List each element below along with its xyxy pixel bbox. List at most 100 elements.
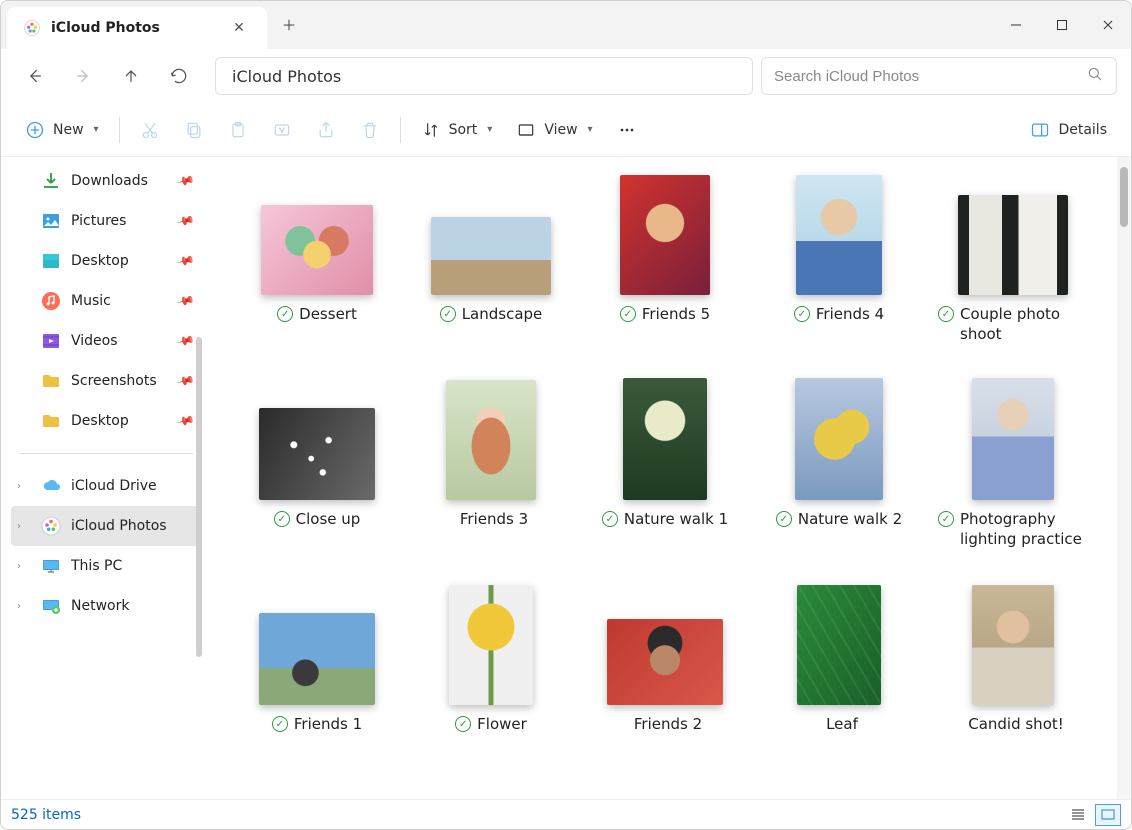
pictures-icon <box>41 211 61 231</box>
music-icon <box>41 291 61 311</box>
thumbnail <box>779 175 899 295</box>
details-view-toggle[interactable] <box>1065 804 1091 826</box>
thumbnail <box>605 175 725 295</box>
file-item[interactable]: Friends 3 <box>411 380 571 549</box>
command-bar: New ▾ Sort ▾ View ▾ Details <box>1 103 1131 157</box>
rename-button[interactable] <box>262 112 302 148</box>
file-item[interactable]: Nature walk 1 <box>585 380 745 549</box>
sidebar-item-downloads[interactable]: Downloads 📌 <box>11 161 201 201</box>
sidebar-item-label: Downloads <box>71 173 148 189</box>
sync-check-icon <box>272 716 288 732</box>
chevron-down-icon: ▾ <box>487 124 492 135</box>
share-button[interactable] <box>306 112 346 148</box>
file-item[interactable]: Photography lighting practice <box>933 380 1093 549</box>
file-item[interactable]: Dessert <box>237 175 397 344</box>
cut-button[interactable] <box>130 112 170 148</box>
sidebar-item-pictures[interactable]: Pictures 📌 <box>11 201 201 241</box>
file-item[interactable]: Couple photo shoot <box>933 175 1093 344</box>
view-button[interactable]: View ▾ <box>506 112 602 148</box>
forward-button[interactable] <box>63 56 103 96</box>
chevron-right-icon[interactable]: › <box>17 521 21 532</box>
sidebar-divider <box>19 453 193 454</box>
address-bar[interactable]: iCloud Photos <box>215 57 753 95</box>
tab-title: iCloud Photos <box>51 20 215 36</box>
pin-icon: 📌 <box>176 171 196 191</box>
pin-icon: 📌 <box>176 331 196 351</box>
sync-check-icon <box>938 511 954 527</box>
details-label: Details <box>1058 122 1107 138</box>
paste-button[interactable] <box>218 112 258 148</box>
sidebar-item-label: Screenshots <box>71 373 157 389</box>
thumbnail <box>257 380 377 500</box>
sort-button[interactable]: Sort ▾ <box>411 112 503 148</box>
sidebar-item-icloud photos[interactable]: › iCloud Photos <box>11 506 201 546</box>
minimize-button[interactable] <box>993 1 1039 49</box>
more-button[interactable] <box>607 112 647 148</box>
sync-check-icon <box>794 306 810 322</box>
sidebar-item-music[interactable]: Music 📌 <box>11 281 201 321</box>
file-label: Friends 3 <box>454 510 528 530</box>
navigation-bar: iCloud Photos <box>1 49 1131 103</box>
file-item[interactable]: Candid shot! <box>933 585 1093 735</box>
sync-check-icon <box>938 306 954 322</box>
details-pane-button[interactable]: Details <box>1020 112 1117 148</box>
thumbnail <box>779 585 899 705</box>
pin-icon: 📌 <box>176 371 196 391</box>
sidebar-scrollbar[interactable] <box>196 337 202 657</box>
icloud-drive-icon <box>41 476 61 496</box>
thumbnails-view-toggle[interactable] <box>1095 804 1121 826</box>
file-item[interactable]: Leaf <box>759 585 919 735</box>
file-item[interactable]: Friends 2 <box>585 585 745 735</box>
file-item[interactable]: Friends 1 <box>237 585 397 735</box>
file-item[interactable]: Landscape <box>411 175 571 344</box>
sidebar-item-videos[interactable]: Videos 📌 <box>11 321 201 361</box>
file-label: Friends 4 <box>794 305 884 325</box>
sidebar-item-label: Desktop <box>71 413 129 429</box>
close-tab-button[interactable]: ✕ <box>225 20 253 36</box>
active-tab[interactable]: iCloud Photos ✕ <box>7 7 267 49</box>
copy-button[interactable] <box>174 112 214 148</box>
sidebar-item-network[interactable]: › Network <box>11 586 201 626</box>
close-window-button[interactable] <box>1085 1 1131 49</box>
file-item[interactable]: Friends 5 <box>585 175 745 344</box>
status-bar: 525 items <box>1 799 1131 829</box>
sidebar-item-desktop[interactable]: Desktop 📌 <box>11 401 201 441</box>
sort-label: Sort <box>449 122 478 138</box>
file-item[interactable]: Close up <box>237 380 397 549</box>
file-label: Friends 1 <box>272 715 362 735</box>
search-box[interactable] <box>761 57 1117 95</box>
network-icon <box>41 596 61 616</box>
sidebar-item-label: iCloud Photos <box>71 518 167 534</box>
back-button[interactable] <box>15 56 55 96</box>
thumbnail <box>431 380 551 500</box>
file-item[interactable]: Nature walk 2 <box>759 380 919 549</box>
thumbnail <box>605 585 725 705</box>
content-scrollbar[interactable] <box>1117 157 1131 799</box>
chevron-right-icon[interactable]: › <box>17 481 21 492</box>
file-label: Flower <box>455 715 527 735</box>
chevron-down-icon: ▾ <box>588 124 593 135</box>
sidebar-item-label: This PC <box>71 558 122 574</box>
thumbnail <box>953 175 1073 295</box>
file-label: Couple photo shoot <box>938 305 1088 344</box>
up-button[interactable] <box>111 56 151 96</box>
thumbnail <box>779 380 899 500</box>
sidebar-item-desktop[interactable]: Desktop 📌 <box>11 241 201 281</box>
file-item[interactable]: Friends 4 <box>759 175 919 344</box>
sync-check-icon <box>274 511 290 527</box>
thumbnail <box>953 380 1073 500</box>
search-input[interactable] <box>774 68 1078 85</box>
new-tab-button[interactable] <box>267 1 311 49</box>
maximize-button[interactable] <box>1039 1 1085 49</box>
new-button[interactable]: New ▾ <box>15 112 109 148</box>
sidebar-item-this pc[interactable]: › This PC <box>11 546 201 586</box>
refresh-button[interactable] <box>159 56 199 96</box>
chevron-right-icon[interactable]: › <box>17 561 21 572</box>
sidebar-item-icloud drive[interactable]: › iCloud Drive <box>11 466 201 506</box>
file-label: Friends 2 <box>628 715 702 735</box>
file-item[interactable]: Flower <box>411 585 571 735</box>
sidebar-item-screenshots[interactable]: Screenshots 📌 <box>11 361 201 401</box>
sidebar-item-label: Network <box>71 598 129 614</box>
chevron-right-icon[interactable]: › <box>17 601 21 612</box>
delete-button[interactable] <box>350 112 390 148</box>
